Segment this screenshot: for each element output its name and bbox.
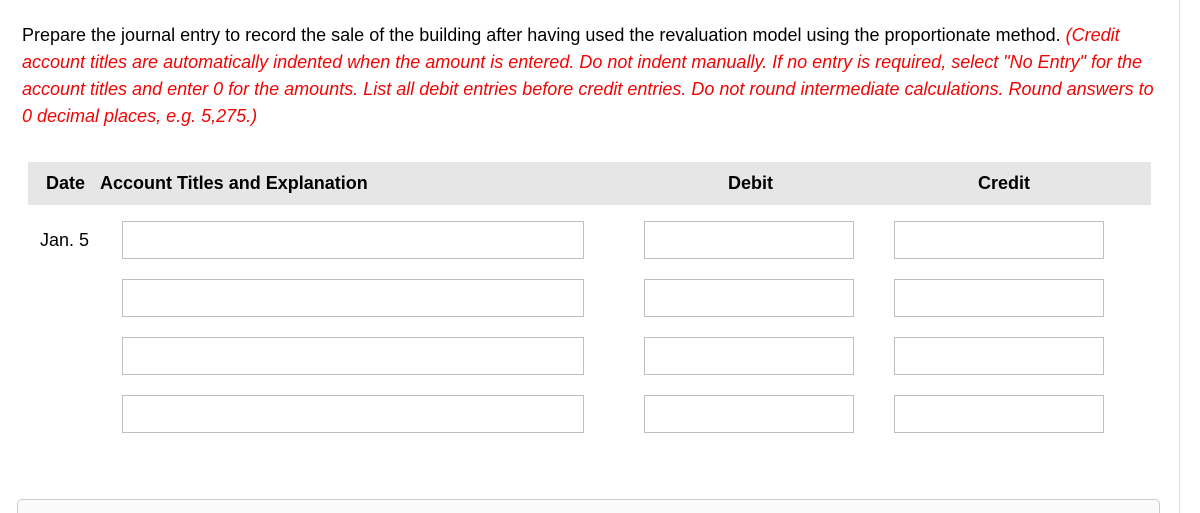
credit-cell (890, 337, 1140, 375)
debit-cell (640, 395, 890, 433)
debit-cell (640, 279, 890, 317)
credit-cell (890, 221, 1140, 259)
account-cell (100, 221, 640, 259)
debit-input[interactable] (644, 279, 854, 317)
account-cell (100, 395, 640, 433)
table-row: Jan. 5 (28, 221, 1151, 259)
credit-cell (890, 395, 1140, 433)
account-cell (100, 337, 640, 375)
instructions-text: Prepare the journal entry to record the … (22, 22, 1157, 130)
credit-input[interactable] (894, 279, 1104, 317)
table-row (28, 337, 1151, 375)
table-row (28, 279, 1151, 317)
credit-input[interactable] (894, 221, 1104, 259)
table-header-row: Date Account Titles and Explanation Debi… (28, 162, 1151, 205)
date-cell: Jan. 5 (28, 230, 100, 251)
page-frame: Prepare the journal entry to record the … (0, 0, 1180, 513)
debit-cell (640, 221, 890, 259)
account-cell (100, 279, 640, 317)
debit-input[interactable] (644, 221, 854, 259)
instructions-black: Prepare the journal entry to record the … (22, 25, 1066, 45)
header-date: Date (28, 173, 100, 194)
table-row (28, 395, 1151, 433)
table-body: Jan. 5 (28, 205, 1151, 433)
debit-input[interactable] (644, 395, 854, 433)
debit-input[interactable] (644, 337, 854, 375)
header-debit: Debit (640, 173, 890, 194)
bottom-panel-edge (17, 499, 1160, 513)
account-input[interactable] (122, 279, 584, 317)
credit-input[interactable] (894, 395, 1104, 433)
journal-table: Date Account Titles and Explanation Debi… (28, 162, 1151, 433)
account-input[interactable] (122, 221, 584, 259)
credit-input[interactable] (894, 337, 1104, 375)
content-area: Prepare the journal entry to record the … (0, 0, 1179, 433)
account-input[interactable] (122, 395, 584, 433)
header-credit: Credit (890, 173, 1140, 194)
debit-cell (640, 337, 890, 375)
account-input[interactable] (122, 337, 584, 375)
header-account: Account Titles and Explanation (100, 173, 640, 194)
credit-cell (890, 279, 1140, 317)
